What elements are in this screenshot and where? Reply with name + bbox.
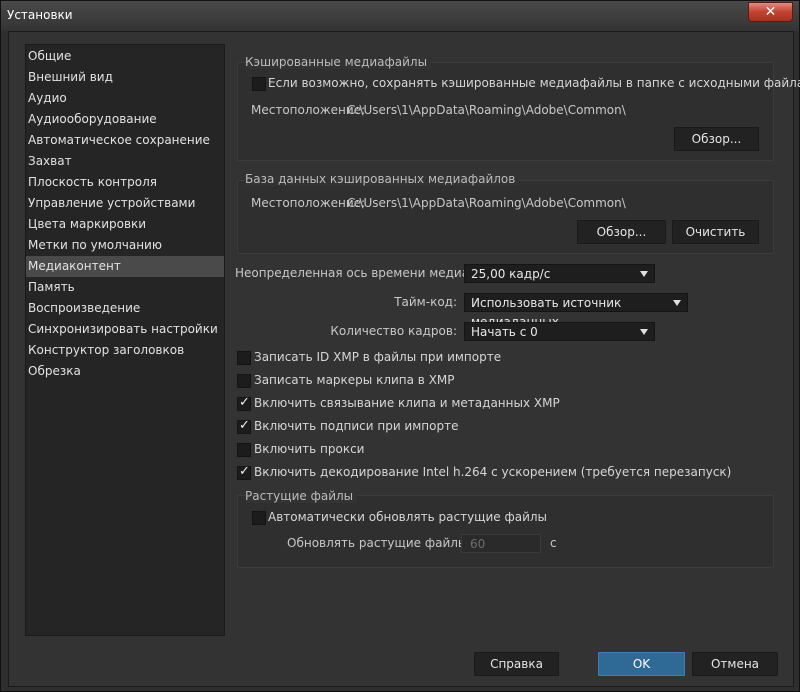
timebase-select[interactable]: 25,00 кадр/с bbox=[464, 264, 655, 283]
sidebar-item-memory[interactable]: Память bbox=[26, 277, 224, 298]
chevron-down-icon bbox=[640, 271, 648, 277]
option-write-markers-checkbox[interactable] bbox=[237, 374, 251, 388]
option-link-xmp-label: Включить связывание клипа и метаданных X… bbox=[254, 396, 560, 410]
option-captions-checkbox[interactable]: ✓ bbox=[237, 418, 251, 434]
cached-media-title: Кэшированные медиафайлы bbox=[245, 55, 432, 69]
timebase-label: Неопределенная ось времени медиаданных: bbox=[235, 266, 522, 280]
sidebar-item-label-colors[interactable]: Цвета маркировки bbox=[26, 214, 224, 235]
chevron-down-icon bbox=[640, 329, 648, 335]
sidebar-item-device-control[interactable]: Управление устройствами bbox=[26, 193, 224, 214]
help-button[interactable]: Справка bbox=[474, 652, 559, 676]
checkmark-icon: ✓ bbox=[239, 418, 250, 433]
sidebar-item-sync-settings[interactable]: Синхронизировать настройки bbox=[26, 319, 224, 340]
title-bar[interactable]: Установки ✕ bbox=[1, 1, 799, 31]
growing-files-auto-checkbox[interactable] bbox=[252, 511, 266, 525]
cache-with-source-checkbox[interactable] bbox=[252, 77, 266, 91]
sidebar-item-trim[interactable]: Обрезка bbox=[26, 361, 224, 382]
dialog-client: Общие Внешний вид Аудио Аудиооборудовани… bbox=[8, 31, 800, 687]
preferences-window: Установки ✕ Общие Внешний вид Аудио Ауди… bbox=[0, 0, 800, 692]
growing-files-title: Растущие файлы bbox=[245, 489, 358, 503]
sidebar-item-appearance[interactable]: Внешний вид bbox=[26, 67, 224, 88]
option-intel-h264-checkbox[interactable]: ✓ bbox=[237, 464, 251, 480]
category-list[interactable]: Общие Внешний вид Аудио Аудиооборудовани… bbox=[25, 44, 225, 636]
checkmark-icon: ✓ bbox=[239, 395, 250, 410]
sidebar-item-general[interactable]: Общие bbox=[26, 46, 224, 67]
sidebar-item-capture[interactable]: Захват bbox=[26, 151, 224, 172]
framecount-label: Количество кадров: bbox=[330, 324, 457, 338]
framecount-select[interactable]: Начать с 0 bbox=[464, 322, 655, 341]
sidebar-item-label-defaults[interactable]: Метки по умолчанию bbox=[26, 235, 224, 256]
timecode-select[interactable]: Использовать источник медиаданных bbox=[464, 293, 688, 329]
cache-db-clean-button[interactable]: Очистить bbox=[672, 220, 759, 244]
cached-media-browse-button[interactable]: Обзор... bbox=[674, 127, 759, 151]
growing-files-refresh-value: 60 bbox=[470, 537, 486, 551]
close-icon: ✕ bbox=[764, 4, 777, 20]
option-proxies-label: Включить прокси bbox=[254, 442, 365, 456]
sidebar-item-playback[interactable]: Воспроизведение bbox=[26, 298, 224, 319]
checkmark-icon: ✓ bbox=[239, 464, 250, 479]
growing-files-refresh-input[interactable]: 60 bbox=[461, 534, 541, 553]
growing-files-auto-label: Автоматически обновлять растущие файлы bbox=[268, 510, 548, 524]
sidebar-item-audio-hardware[interactable]: Аудиооборудование bbox=[26, 109, 224, 130]
option-captions-label: Включить подписи при импорте bbox=[254, 419, 459, 433]
timebase-value: 25,00 кадр/с bbox=[471, 267, 551, 281]
cache-with-source-label: Если возможно, сохранять кэшированные ме… bbox=[268, 76, 800, 90]
sidebar-item-media[interactable]: Медиаконтент bbox=[26, 256, 224, 277]
timecode-label: Тайм-код: bbox=[394, 295, 457, 309]
framecount-value: Начать с 0 bbox=[471, 325, 538, 339]
option-intel-h264-label: Включить декодирование Intel h.264 с уск… bbox=[254, 465, 732, 479]
growing-files-group bbox=[237, 495, 774, 568]
option-write-xmp-id-checkbox[interactable] bbox=[237, 351, 251, 365]
sidebar-item-control-surface[interactable]: Плоскость контроля bbox=[26, 172, 224, 193]
chevron-down-icon bbox=[673, 300, 681, 306]
cache-db-title: База данных кэшированных медиафайлов bbox=[245, 172, 520, 186]
sidebar-item-auto-save[interactable]: Автоматическое сохранение bbox=[26, 130, 224, 151]
cache-db-location-value: C:\Users\1\AppData\Roaming\Adobe\Common\ bbox=[347, 196, 626, 210]
ok-button[interactable]: OK bbox=[598, 652, 685, 676]
cached-media-location-value: C:\Users\1\AppData\Roaming\Adobe\Common\ bbox=[347, 103, 626, 117]
option-write-xmp-id-label: Записать ID XMP в файлы при импорте bbox=[254, 350, 502, 364]
growing-files-unit: с bbox=[550, 536, 557, 550]
cancel-button[interactable]: Отмена bbox=[692, 652, 778, 676]
sidebar-item-titler[interactable]: Конструктор заголовков bbox=[26, 340, 224, 361]
option-proxies-checkbox[interactable] bbox=[237, 443, 251, 457]
option-write-markers-label: Записать маркеры клипа в XMP bbox=[254, 373, 455, 387]
close-button[interactable]: ✕ bbox=[748, 2, 793, 22]
sidebar-item-audio[interactable]: Аудио bbox=[26, 88, 224, 109]
window-title: Установки bbox=[7, 8, 73, 22]
cache-db-browse-button[interactable]: Обзор... bbox=[577, 220, 666, 244]
option-link-xmp-checkbox[interactable]: ✓ bbox=[237, 395, 251, 411]
